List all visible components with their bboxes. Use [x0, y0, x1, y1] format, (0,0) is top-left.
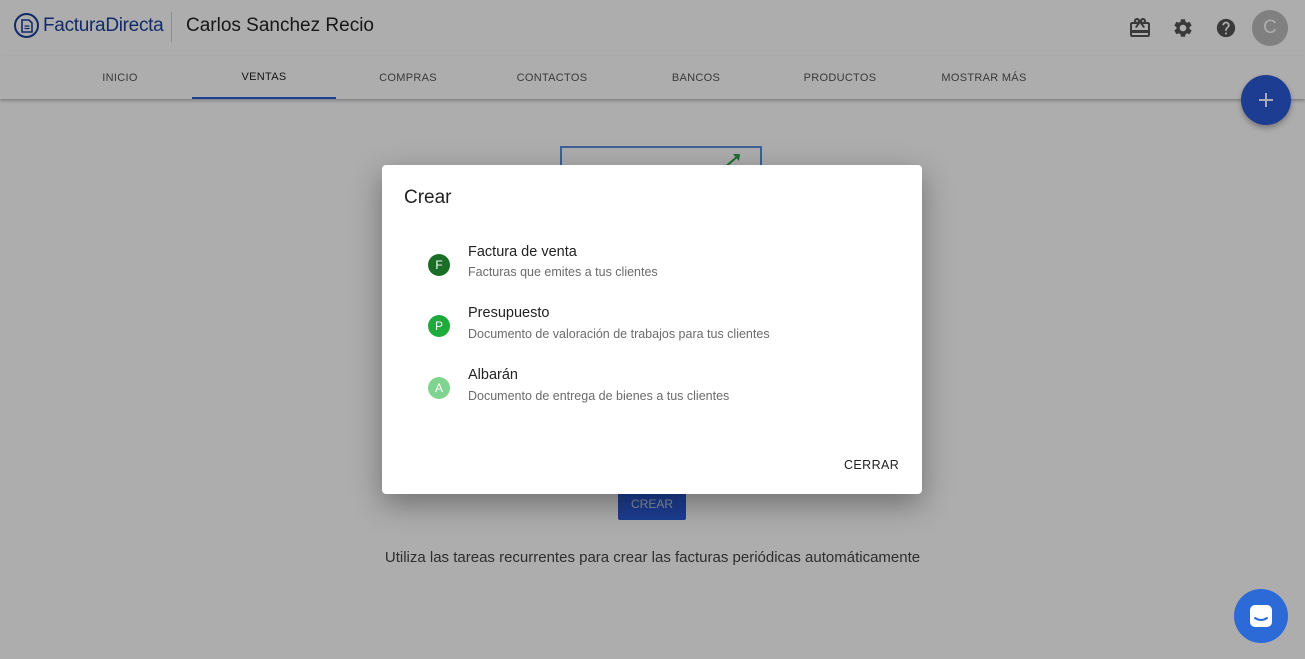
- option-subtitle: Documento de entrega de bienes a tus cli…: [468, 389, 730, 403]
- close-button[interactable]: CERRAR: [844, 458, 899, 472]
- option-albaran[interactable]: A Albarán Documento de entrega de bienes…: [428, 363, 898, 415]
- option-factura-de-venta[interactable]: F Factura de venta Facturas que emites a…: [428, 240, 898, 292]
- option-badge: A: [428, 377, 450, 399]
- option-subtitle: Facturas que emites a tus clientes: [468, 265, 658, 279]
- option-badge: P: [428, 315, 450, 337]
- option-presupuesto[interactable]: P Presupuesto Documento de valoración de…: [428, 301, 898, 353]
- chat-icon: [1250, 605, 1272, 627]
- option-title: Factura de venta: [468, 244, 577, 260]
- option-badge: F: [428, 254, 450, 276]
- dialog-title: Crear: [404, 187, 452, 208]
- option-title: Presupuesto: [468, 305, 550, 321]
- create-dialog: Crear F Factura de venta Facturas que em…: [382, 165, 922, 494]
- option-subtitle: Documento de valoración de trabajos para…: [468, 327, 770, 341]
- option-title: Albarán: [468, 367, 518, 383]
- chat-launcher-button[interactable]: [1234, 589, 1288, 643]
